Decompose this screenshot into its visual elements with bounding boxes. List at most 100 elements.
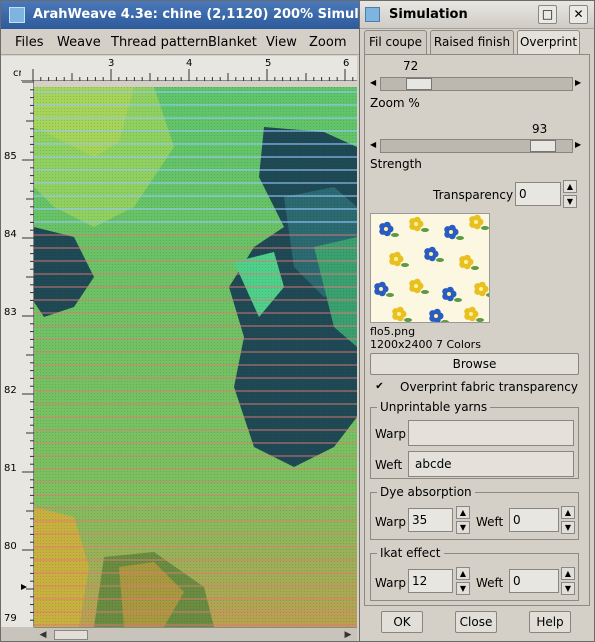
fabric-stripe <box>34 572 357 574</box>
fabric-stripe <box>34 455 357 457</box>
ikat-weft-down-icon[interactable]: ▼ <box>561 582 575 595</box>
dye-warp-down-icon[interactable]: ▼ <box>456 521 470 534</box>
flower-center <box>447 292 451 296</box>
overprint-transparency-label: Overprint fabric transparency <box>400 380 578 394</box>
fabric-stripe <box>34 195 357 197</box>
menu-files[interactable]: Files <box>15 35 44 50</box>
menu-blanket[interactable]: Blanket <box>208 35 257 50</box>
strength-handle[interactable] <box>530 140 556 152</box>
zoom-slider[interactable]: ◀ ▶ <box>370 77 583 91</box>
ruler-label-83: 83 <box>4 307 17 318</box>
strength-slider[interactable]: ◀ ▶ <box>370 139 583 153</box>
fabric-stripe <box>34 104 357 106</box>
zoom-track[interactable] <box>380 77 573 91</box>
fabric-stripe <box>34 273 357 275</box>
dialog-app-icon <box>365 7 380 22</box>
transparency-input[interactable]: 0 <box>515 182 561 206</box>
ikat-warp-up-icon[interactable]: ▲ <box>456 567 470 580</box>
flower-center <box>397 312 401 316</box>
image-info: 1200x2400 7 Colors <box>370 338 481 351</box>
fabric-stripe <box>34 546 357 548</box>
ikat-warp-input[interactable]: 12 <box>408 569 453 593</box>
fabric-stripe <box>34 494 357 496</box>
fabric-stripe <box>34 520 357 522</box>
fabric-stripe <box>34 624 357 626</box>
scroll-right-icon[interactable]: ▶ <box>341 629 355 641</box>
ikat-weft-input[interactable]: 0 <box>509 569 559 593</box>
ruler-label-84: 84 <box>4 229 17 240</box>
menu-weave[interactable]: Weave <box>57 35 101 50</box>
horizontal-scrollbar[interactable]: ◀ ▶ <box>34 627 357 641</box>
fabric-stripe <box>34 338 357 340</box>
fabric-stripe <box>34 351 357 353</box>
app-icon <box>9 7 25 23</box>
browse-button[interactable]: Browse <box>370 353 579 375</box>
fabric-stripe <box>34 559 357 561</box>
scrollbar-thumb[interactable] <box>54 630 88 640</box>
simulation-dialog: Simulation □ ✕ Fil coupe Raised finish O… <box>359 0 595 642</box>
tab-overprint[interactable]: Overprint <box>517 30 580 55</box>
flower-center <box>469 312 473 316</box>
left-ruler: 85 84 83 82 81 80 79 <box>1 81 34 627</box>
flower-leaf <box>421 290 429 294</box>
fabric-stripe <box>34 442 357 444</box>
slider-left-icon-2[interactable]: ◀ <box>370 140 376 149</box>
fabric-stripe <box>34 403 357 405</box>
fabric-stripe <box>34 325 357 327</box>
main-titlebar[interactable]: ArahWeave 4.3e: chine (2,1120) 200% Simu… <box>1 1 360 29</box>
strength-label: Strength <box>370 157 422 171</box>
ikat-effect-title: Ikat effect <box>377 546 444 560</box>
unprintable-weft-input[interactable]: abcde <box>408 451 574 477</box>
zoom-label: Zoom % <box>370 96 420 110</box>
overprint-transparency-checkbox[interactable]: ✔ <box>374 381 385 392</box>
fabric-stripe <box>34 221 357 223</box>
fabric-canvas[interactable] <box>34 87 357 627</box>
unprintable-warp-input[interactable] <box>408 420 574 446</box>
close-button[interactable]: Close <box>455 611 497 633</box>
help-button[interactable]: Help <box>529 611 571 633</box>
slider-left-icon[interactable]: ◀ <box>370 78 376 87</box>
transparency-down-icon[interactable]: ▼ <box>563 195 577 208</box>
tab-raised-finish[interactable]: Raised finish <box>430 30 514 54</box>
dye-warp-up-icon[interactable]: ▲ <box>456 506 470 519</box>
zoom-handle[interactable] <box>406 78 432 90</box>
strength-value: 93 <box>532 122 548 136</box>
scroll-left-icon[interactable]: ◀ <box>36 629 50 641</box>
flower-leaf <box>401 263 409 267</box>
main-window-title: ArahWeave 4.3e: chine (2,1120) 200% Simu… <box>33 7 360 22</box>
dye-weft-input[interactable]: 0 <box>509 508 559 532</box>
maximize-icon[interactable]: □ <box>538 5 557 24</box>
ikat-weft-label: Weft <box>476 576 504 590</box>
flower-leaf <box>404 318 412 322</box>
ikat-warp-down-icon[interactable]: ▼ <box>456 582 470 595</box>
dye-weft-down-icon[interactable]: ▼ <box>561 521 575 534</box>
zoom-value: 72 <box>403 59 419 73</box>
transparency-up-icon[interactable]: ▲ <box>563 180 577 193</box>
slider-right-icon-2[interactable]: ▶ <box>575 140 581 149</box>
menu-thread-pattern[interactable]: Thread pattern <box>111 35 208 50</box>
menu-view[interactable]: View <box>266 35 297 50</box>
ruler-label-80: 80 <box>4 541 17 552</box>
fabric-stripe <box>34 182 357 184</box>
dye-weft-up-icon[interactable]: ▲ <box>561 506 575 519</box>
tab-fil-coupe[interactable]: Fil coupe <box>364 30 427 54</box>
menu-zoom[interactable]: Zoom <box>309 35 346 50</box>
image-filename: flo5.png <box>370 325 416 338</box>
flower-center <box>414 222 418 226</box>
strength-track[interactable] <box>380 139 573 153</box>
close-icon[interactable]: ✕ <box>569 5 588 24</box>
fabric-stripe <box>34 507 357 509</box>
dye-warp-input[interactable]: 35 <box>408 508 453 532</box>
top-ruler: 3 4 5 6 <box>21 56 357 81</box>
fabric-stripe <box>34 585 357 587</box>
ikat-weft-up-icon[interactable]: ▲ <box>561 567 575 580</box>
overprint-image-preview[interactable] <box>370 213 490 323</box>
slider-right-icon[interactable]: ▶ <box>575 78 581 87</box>
unprintable-yarns-title: Unprintable yarns <box>377 400 491 414</box>
dye-weft-label: Weft <box>476 515 504 529</box>
flower-center <box>379 287 383 291</box>
ok-button[interactable]: OK <box>381 611 423 633</box>
fabric-stripe <box>34 377 357 379</box>
dialog-titlebar[interactable]: Simulation □ ✕ <box>360 1 594 29</box>
fabric-stripe <box>34 429 357 431</box>
